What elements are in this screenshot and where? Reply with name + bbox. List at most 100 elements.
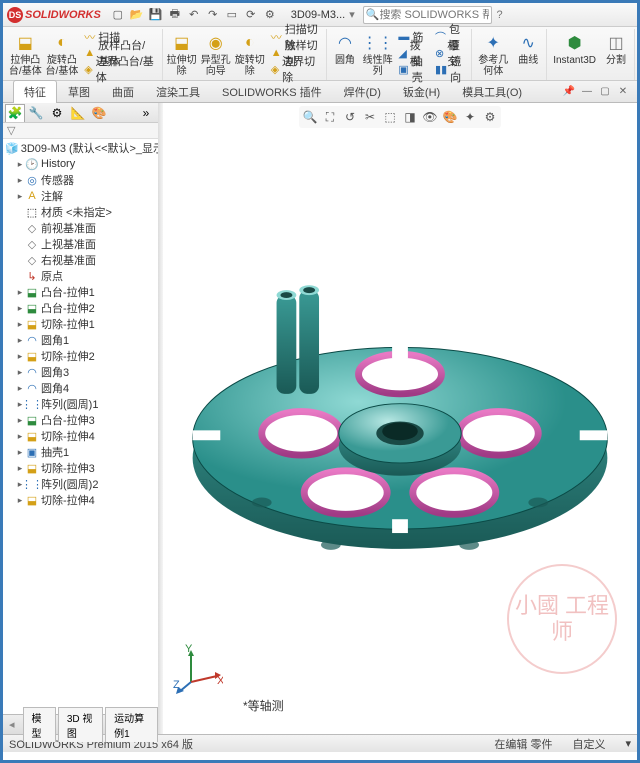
tree-sensors[interactable]: ▸◎传感器 [3,172,158,188]
filter-bar[interactable]: ▽ [3,123,158,139]
status-editing: 在编辑 零件 [494,736,552,752]
hole-wizard-button[interactable]: ◉异型孔 向导 [199,29,233,79]
tab-scroll-left-icon[interactable]: ◂ [3,718,21,731]
help-search[interactable]: 🔍 [363,6,493,24]
propertymgr-tab-icon[interactable]: 🔧 [26,104,46,122]
select-icon[interactable]: ▭ [223,6,241,24]
revolve-boss-button[interactable]: ◐旋转凸 台/基体 [44,29,81,79]
pin-icon[interactable]: 📌 [561,85,577,99]
open-icon[interactable]: 📂 [128,6,146,24]
tree-feature-item[interactable]: ▸⬓凸台-拉伸1 [3,284,158,300]
feature-label: 阵列(圆周)1 [41,396,98,412]
linear-pattern-button[interactable]: ⋮⋮线性阵 列 [361,29,394,79]
app-logo: DS SOLIDWORKS [7,7,101,23]
display-tab-icon[interactable]: 🎨 [89,104,109,122]
maximize-icon[interactable]: ▢ [597,85,613,99]
fillet-icon: ◠ [333,31,357,55]
mirror-icon: ▮▮ [435,63,447,76]
watermark: 小國 工程师 [507,564,617,674]
featuremgr-tab-icon[interactable]: 🧩 [5,104,25,122]
configmgr-tab-icon[interactable]: ⚙ [47,104,67,122]
tab-features[interactable]: 特征 [13,80,57,104]
content-area: 🧩 🔧 ⚙ 📐 🎨 » ▽ 🧊3D09-M3 (默认<<默认>_显示 ▸🕑His… [3,103,637,734]
save-icon[interactable]: 💾 [147,6,165,24]
revolve-cut-button[interactable]: ◐旋转切 除 [233,29,267,79]
tree-feature-item[interactable]: ▸⋮⋮阵列(圆周)2 [3,476,158,492]
search-input[interactable] [379,9,489,21]
svg-text:X: X [217,675,223,687]
undo-icon[interactable]: ↶ [185,6,203,24]
tree-top-plane[interactable]: ◇上视基准面 [3,236,158,252]
tree-front-plane[interactable]: ◇前视基准面 [3,220,158,236]
tree-feature-item[interactable]: ▸⬓切除-拉伸4 [3,428,158,444]
search-icon: 🔍 [366,8,380,21]
feature-icon: ▣ [25,445,39,459]
tree-feature-item[interactable]: ▸◠圆角4 [3,380,158,396]
boundary-boss-button[interactable]: ◈边界凸台/基体 [80,61,159,77]
curves-button[interactable]: ∿曲线 [512,29,544,68]
feature-icon: ⋮⋮ [25,477,39,491]
ref-geometry-button[interactable]: ✦参考几 何体 [474,29,512,79]
tab-sketch[interactable]: 草图 [57,80,101,104]
view-orientation-label: *等轴测 [243,697,284,714]
model-view-tabs: ◂ 模型 3D 视图 运动算例1 [3,714,158,734]
redo-icon[interactable]: ↷ [204,6,222,24]
plane-icon: ◇ [25,253,39,267]
tree-material[interactable]: ⬚材质 <未指定> [3,204,158,220]
plane-icon: ◇ [25,221,39,235]
tree-feature-item[interactable]: ▸⬓切除-拉伸3 [3,460,158,476]
tab-3dview[interactable]: 3D 视图 [58,707,103,742]
extrude-icon: ⬓ [13,31,37,55]
tree-feature-item[interactable]: ▸⬓凸台-拉伸3 [3,412,158,428]
dimxpert-tab-icon[interactable]: 📐 [68,104,88,122]
close-icon[interactable]: ✕ [615,85,631,99]
help-icon[interactable]: ? [496,9,502,21]
loft-icon: ▲ [84,47,95,59]
tab-sheetmetal[interactable]: 钣金(H) [392,80,451,104]
tree-feature-item[interactable]: ▸◠圆角1 [3,332,158,348]
split-button[interactable]: ◫分割 [600,29,632,68]
tab-addins[interactable]: SOLIDWORKS 插件 [211,80,333,104]
tab-model[interactable]: 模型 [23,707,56,742]
tab-mold[interactable]: 模具工具(O) [451,80,533,104]
mirror-button[interactable]: ▮▮镜向 [431,61,469,77]
pattern-icon: ⋮⋮ [366,31,390,55]
extrude-cut-button[interactable]: ⬓拉伸切 除 [165,29,199,79]
tab-motion[interactable]: 运动算例1 [105,707,158,742]
tab-render[interactable]: 渲染工具 [145,80,211,104]
minimize-icon[interactable]: — [579,85,595,99]
tree-feature-item[interactable]: ▸⬓切除-拉伸4 [3,492,158,508]
shell-button[interactable]: ▣抽壳 [394,61,431,77]
sweep-cut-icon: 〰 [271,29,282,45]
expand-icon[interactable]: » [136,104,156,122]
extrude-boss-button[interactable]: ⬓拉伸凸 台/基体 [7,29,44,79]
instant3d-button[interactable]: ⬢Instant3D [549,29,600,68]
rebuild-icon[interactable]: ⟳ [242,6,260,24]
boundary-cut-button[interactable]: ◈边界切除 [267,61,324,77]
command-tabs: 特征 草图 曲面 渲染工具 SOLIDWORKS 插件 焊件(D) 钣金(H) … [3,81,637,103]
graphics-viewport[interactable]: 🔍 ⛶ ↺ ✂ ⬚ ◨ 👁 🎨 ✦ ⚙ [163,103,637,734]
tree-history[interactable]: ▸🕑History [3,156,158,172]
new-icon[interactable]: ▢ [109,6,127,24]
tree-feature-item[interactable]: ▸⬓切除-拉伸2 [3,348,158,364]
tree-feature-item[interactable]: ▸⋮⋮阵列(圆周)1 [3,396,158,412]
tree-feature-item[interactable]: ▸⬓凸台-拉伸2 [3,300,158,316]
orientation-triad[interactable]: Y X Z [173,644,223,694]
tree-right-plane[interactable]: ◇右视基准面 [3,252,158,268]
tree-annotations[interactable]: ▸A注解 [3,188,158,204]
history-icon: 🕑 [25,157,39,171]
tree-feature-item[interactable]: ▸◠圆角3 [3,364,158,380]
print-icon[interactable]: 🖶 [166,6,184,24]
tree-origin[interactable]: ↳原点 [3,268,158,284]
tab-surface[interactable]: 曲面 [101,80,145,104]
status-dropdown-icon[interactable]: ▾ [625,737,631,750]
tree-feature-item[interactable]: ▸⬓切除-拉伸1 [3,316,158,332]
fillet-button[interactable]: ◠圆角 [329,29,361,68]
extrude-cut-icon: ⬓ [170,31,194,55]
doc-dropdown-icon[interactable]: ▾ [349,8,355,21]
tree-feature-item[interactable]: ▸▣抽壳1 [3,444,158,460]
svg-text:Z: Z [173,679,180,691]
tree-root[interactable]: 🧊3D09-M3 (默认<<默认>_显示 [3,140,158,156]
options-icon[interactable]: ⚙ [261,6,279,24]
tab-weldments[interactable]: 焊件(D) [333,80,392,104]
